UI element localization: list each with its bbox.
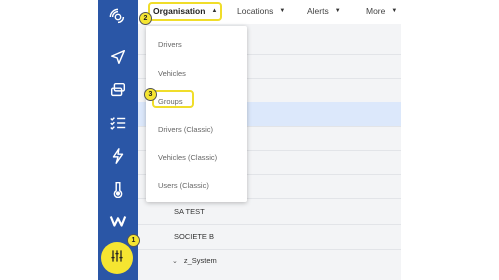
caret-down-icon: ▼ [334, 8, 341, 14]
lightning-icon [109, 147, 127, 170]
sidebar-item-checklist[interactable] [98, 110, 138, 140]
thermometer-icon [109, 180, 127, 203]
tree-item-societe-b[interactable]: SOCIETE B [174, 232, 214, 241]
chevron-down-icon[interactable]: ⌄ [172, 258, 178, 265]
vehicles-icon [109, 81, 127, 104]
row-divider [138, 249, 401, 250]
callout-badge-1: 1 [127, 234, 140, 247]
sidebar-item-vehicles[interactable] [98, 77, 138, 107]
menu-organisation-label: Organisation [153, 6, 206, 16]
menu-locations[interactable]: Locations ▼ [237, 6, 285, 16]
callout-badge-3: 3 [144, 88, 157, 101]
menu-locations-label: Locations [237, 6, 274, 16]
caret-up-icon: ▲ [211, 8, 218, 14]
w-logo-icon [109, 212, 127, 235]
callout-badge-2: 2 [139, 12, 152, 25]
sidebar-item-send[interactable] [98, 44, 138, 74]
caret-down-icon: ▼ [279, 8, 286, 14]
send-icon [109, 48, 127, 71]
menu-alerts[interactable]: Alerts ▼ [307, 6, 341, 16]
menu-organisation[interactable]: Organisation ▲ [153, 6, 217, 16]
dropdown-item-vehicles[interactable]: Vehicles [158, 69, 186, 78]
menu-alerts-label: Alerts [307, 6, 329, 16]
checklist-icon [109, 114, 127, 137]
menu-more-label: More [366, 6, 386, 16]
dropdown-item-drivers[interactable]: Drivers [158, 40, 182, 49]
tree-item-z-system-label: z_System [183, 256, 217, 265]
sidebar-item-live-map[interactable] [98, 4, 138, 34]
tree-item-sa-test[interactable]: SA TEST [174, 207, 205, 216]
tree-item-z-system[interactable]: ⌄ z_System [172, 256, 217, 265]
groups-highlight-box [152, 90, 194, 108]
live-map-icon [109, 8, 127, 31]
organisation-dropdown: Drivers Vehicles Groups Drivers (Classic… [146, 26, 247, 202]
dropdown-item-users-classic[interactable]: Users (Classic) [158, 181, 209, 190]
row-divider [138, 224, 401, 225]
sidebar-item-lightning[interactable] [98, 143, 138, 173]
dropdown-item-vehicles-classic[interactable]: Vehicles (Classic) [158, 153, 217, 162]
caret-down-icon: ▼ [391, 8, 398, 14]
sidebar-item-settings[interactable] [101, 242, 133, 274]
settings-sliders-icon [109, 248, 125, 269]
sidebar-item-temperature[interactable] [98, 176, 138, 206]
dropdown-item-drivers-classic[interactable]: Drivers (Classic) [158, 125, 213, 134]
menu-more[interactable]: More ▼ [366, 6, 397, 16]
